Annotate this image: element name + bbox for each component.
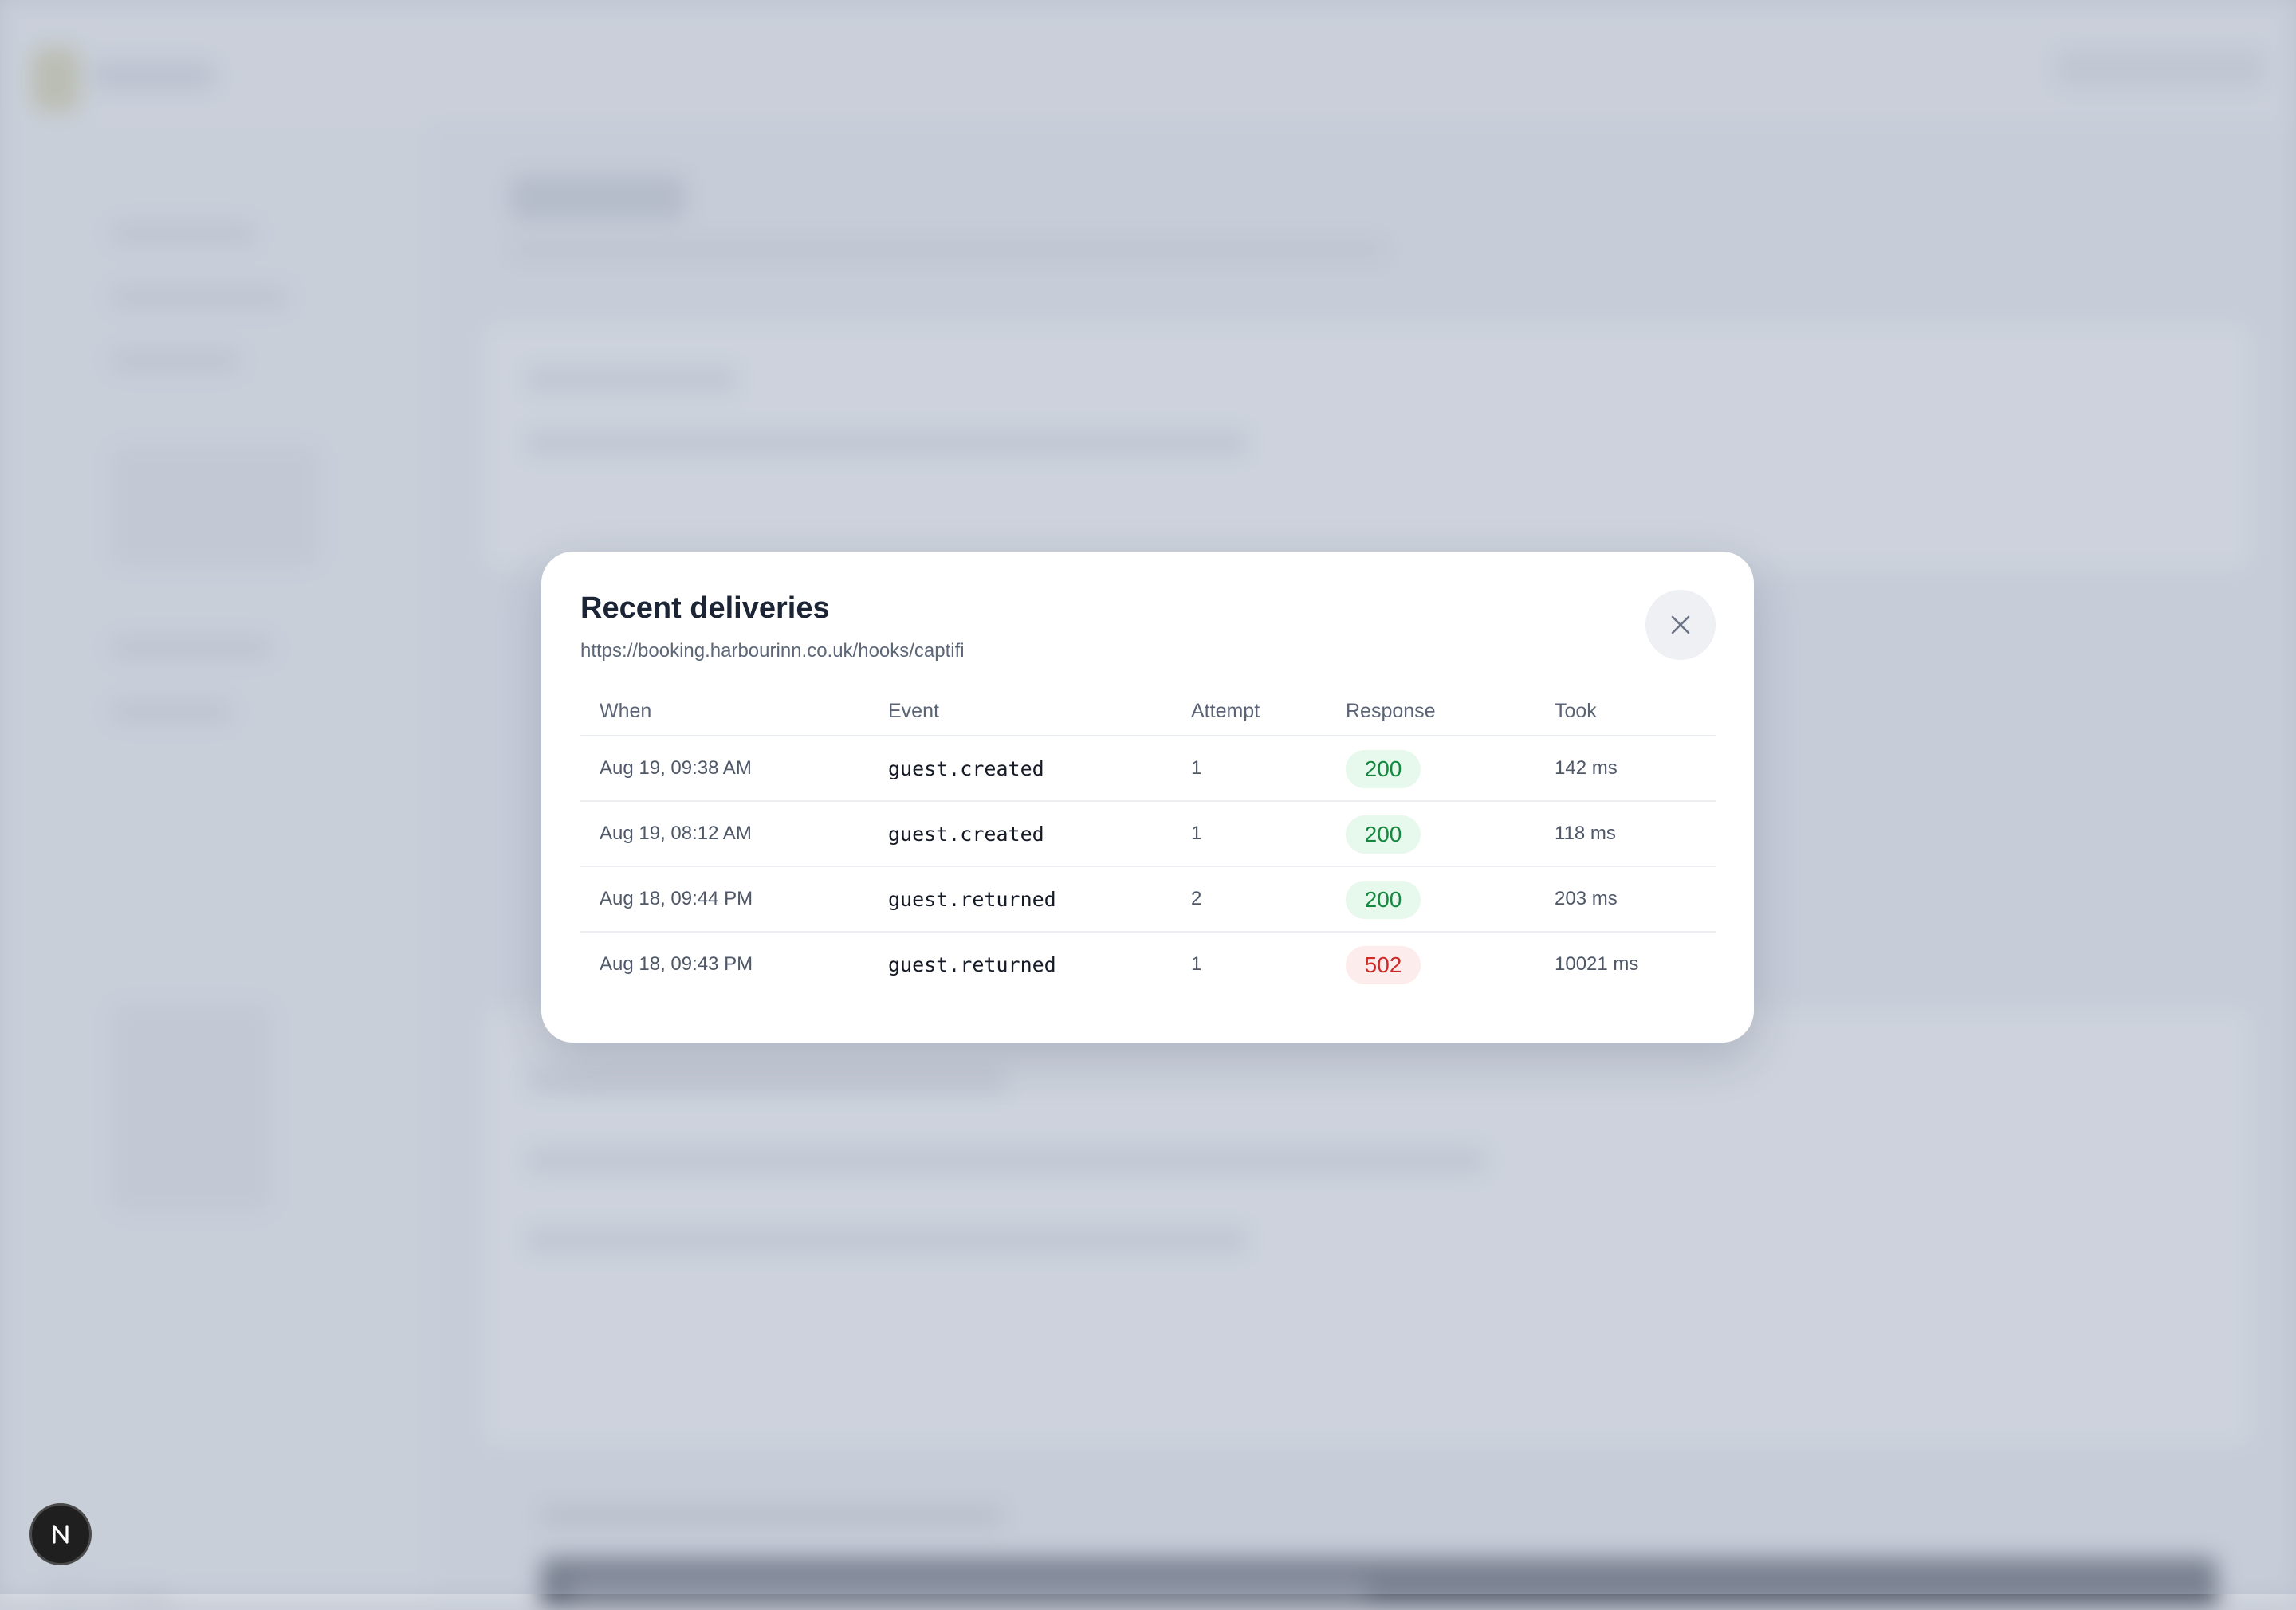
- cell-when: Aug 18, 09:43 PM: [600, 953, 753, 975]
- cell-event: guest.returned: [888, 953, 1056, 976]
- column-header-took: Took: [1555, 700, 1597, 722]
- close-button[interactable]: [1645, 590, 1716, 660]
- webhook-url: https://booking.harbourinn.co.uk/hooks/c…: [580, 640, 965, 662]
- column-header-event: Event: [888, 700, 939, 722]
- next-devtools-button[interactable]: [29, 1503, 92, 1565]
- cell-attempt: 1: [1191, 823, 1202, 844]
- cell-attempt: 1: [1191, 953, 1202, 975]
- table-row[interactable]: Aug 19, 08:12 AM guest.created 1 200 118…: [580, 802, 1716, 867]
- column-header-attempt: Attempt: [1191, 700, 1260, 722]
- status-badge: 200: [1346, 750, 1421, 788]
- recent-deliveries-dialog: Recent deliveries https://booking.harbou…: [541, 552, 1754, 1043]
- status-badge: 200: [1346, 881, 1421, 919]
- next-logo-icon: [53, 1525, 69, 1544]
- cell-when: Aug 19, 09:38 AM: [600, 757, 752, 779]
- cell-took: 118 ms: [1555, 823, 1616, 844]
- cell-when: Aug 18, 09:44 PM: [600, 888, 753, 909]
- table-header: When Event Attempt Response Took: [580, 692, 1716, 736]
- cell-event: guest.created: [888, 757, 1044, 780]
- column-header-when: When: [600, 700, 652, 722]
- status-badge: 502: [1346, 946, 1421, 984]
- table-row[interactable]: Aug 19, 09:38 AM guest.created 1 200 142…: [580, 736, 1716, 802]
- cell-event: guest.returned: [888, 888, 1056, 911]
- cell-attempt: 2: [1191, 888, 1202, 909]
- cell-took: 203 ms: [1555, 888, 1618, 909]
- close-icon: [1671, 615, 1690, 634]
- deliveries-table: When Event Attempt Response Took Aug 19,…: [580, 692, 1716, 998]
- column-header-response: Response: [1346, 700, 1436, 722]
- cell-took: 10021 ms: [1555, 953, 1639, 975]
- cell-event: guest.created: [888, 823, 1044, 846]
- status-badge: 200: [1346, 815, 1421, 854]
- table-row[interactable]: Aug 18, 09:43 PM guest.returned 1 502 10…: [580, 933, 1716, 998]
- cell-took: 142 ms: [1555, 757, 1618, 779]
- table-row[interactable]: Aug 18, 09:44 PM guest.returned 2 200 20…: [580, 867, 1716, 933]
- cell-attempt: 1: [1191, 757, 1202, 779]
- cell-when: Aug 19, 08:12 AM: [600, 823, 752, 844]
- dialog-title: Recent deliveries: [580, 591, 830, 625]
